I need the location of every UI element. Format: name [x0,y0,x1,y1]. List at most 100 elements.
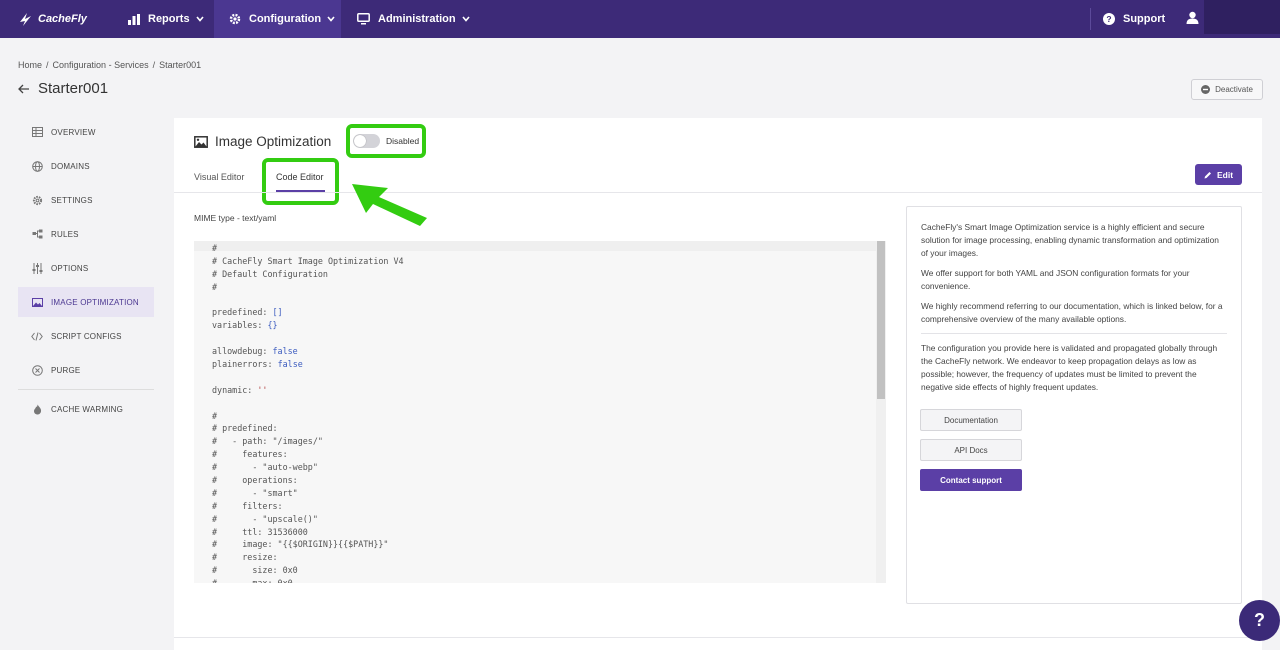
breadcrumb-current: Starter001 [159,60,202,70]
nav-reports-label: Reports [148,13,190,25]
sidebar-item-label: PURGE [51,365,81,375]
code-line: # [212,281,218,292]
bar-chart-icon [128,13,140,25]
user-menu[interactable] [1186,0,1199,38]
help-circle-icon: ? [1103,13,1115,25]
pencil-icon [1204,171,1212,179]
breadcrumb-configuration-services[interactable]: Configuration - Services [53,60,149,70]
code-line: # features: [212,449,288,460]
code-line: variables: {} [212,320,278,331]
code-line: # size: 0x0 [212,565,298,576]
info-paragraph: We highly recommend referring to our doc… [921,301,1223,324]
card-header: Image Optimization [194,134,331,149]
sidebar-item-label: RULES [51,229,79,239]
image-icon [30,297,44,307]
sidebar-divider [18,389,154,390]
help-chat-button[interactable]: ? [1239,600,1280,641]
info-divider [921,333,1227,334]
sidebar-item-label: OPTIONS [51,263,89,273]
code-line: # image: "{{$ORIGIN}}{{$PATH}}" [212,539,389,550]
api-docs-button[interactable]: API Docs [920,439,1022,461]
sidebar-item-image-optimization[interactable]: IMAGE OPTIMIZATION [18,287,154,317]
image-optimization-toggle[interactable] [353,134,380,148]
code-icon [30,331,44,341]
sidebar-item-label: DOMAINS [51,161,90,171]
gear-icon [229,13,241,25]
code-line: # filters: [212,500,283,511]
code-editor[interactable]: # # CacheFly Smart Image Optimization V4 #… [194,241,886,583]
minus-circle-icon [1201,85,1211,94]
nav-support[interactable]: ? Support [1103,0,1165,38]
code-line: # - "auto-webp" [212,462,318,473]
sidebar-item-cache-warming[interactable]: CACHE WARMING [18,394,154,424]
code-line: # resize: [212,552,278,563]
sidebar-item-options[interactable]: OPTIONS [18,253,154,283]
sidebar-item-label: SETTINGS [51,195,93,205]
sliders-icon [30,262,44,274]
info-panel: CacheFly's Smart Image Optimization serv… [906,206,1242,604]
back-arrow-icon[interactable] [18,84,30,94]
edit-button[interactable]: Edit [1195,164,1242,185]
deactivate-button[interactable]: Deactivate [1191,79,1263,100]
tabs-divider [174,192,1262,193]
sidebar-item-purge[interactable]: PURGE [18,355,154,385]
sidebar-item-overview[interactable]: OVERVIEW [18,117,154,147]
code-line: # - path: "/images/" [212,436,323,447]
cancel-circle-icon [30,364,44,376]
nav-administration[interactable]: Administration [357,0,472,38]
user-icon [1186,11,1199,27]
sidebar-item-label: CACHE WARMING [51,404,124,414]
svg-text:?: ? [1106,14,1111,24]
globe-icon [30,160,44,172]
code-line: # [212,243,218,253]
documentation-button[interactable]: Documentation [920,409,1022,431]
sidebar-item-label: SCRIPT CONFIGS [51,331,122,341]
code-line: dynamic: '' [212,384,268,395]
info-paragraph: We offer support for both YAML and JSON … [921,268,1190,291]
scrollbar-thumb[interactable] [877,241,885,399]
chevron-down-icon [462,16,470,22]
code-line: # Default Configuration [212,268,328,279]
user-account-area[interactable] [1204,0,1280,34]
brand-logo[interactable]: CacheFly [18,8,87,30]
image-icon [194,135,208,148]
info-paragraph: CacheFly's Smart Image Optimization serv… [921,222,1219,258]
enable-toggle-highlight: Disabled [346,124,426,158]
card-title: Image Optimization [215,134,332,149]
code-line: # - "upscale()" [212,513,318,524]
sidebar-item-script-configs[interactable]: SCRIPT CONFIGS [18,321,154,351]
tab-visual-editor[interactable]: Visual Editor [194,172,244,182]
breadcrumb-home[interactable]: Home [18,60,42,70]
contact-support-button[interactable]: Contact support [920,469,1022,491]
breadcrumb-separator: / [152,60,156,70]
code-line: # ttl: 31536000 [212,526,308,537]
code-line: allowdebug: false [212,346,298,357]
nav-administration-label: Administration [378,13,456,25]
code-line: # max: 0x0 [212,577,404,583]
mime-type-label: MIME type - text/yaml [194,213,277,223]
gear-icon [30,195,44,206]
edit-label: Edit [1216,169,1234,180]
nav-reports[interactable]: Reports [116,0,212,38]
flame-icon [30,404,44,415]
deactivate-label: Deactivate [1215,85,1253,94]
monitor-icon [357,13,370,25]
page-title: Starter001 [38,80,109,97]
brand-name: CacheFly [38,13,87,25]
sidebar-item-domains[interactable]: DOMAINS [18,151,154,181]
flow-icon [30,229,44,239]
code-line: # - "smart" [212,487,298,498]
sidebar-item-rules[interactable]: RULES [18,219,154,249]
sidebar-item-settings[interactable]: SETTINGS [18,185,154,215]
editor-scrollbar[interactable] [876,241,886,583]
page-header: Starter001 [18,80,108,97]
service-sidebar: OVERVIEW DOMAINS SETTINGS RULES OPTIONS … [18,117,154,428]
nav-configuration[interactable]: Configuration [214,0,341,38]
info-paragraph: The configuration you provide here is va… [921,343,1218,392]
toggle-knob [354,135,366,147]
nav-divider [1090,8,1091,30]
